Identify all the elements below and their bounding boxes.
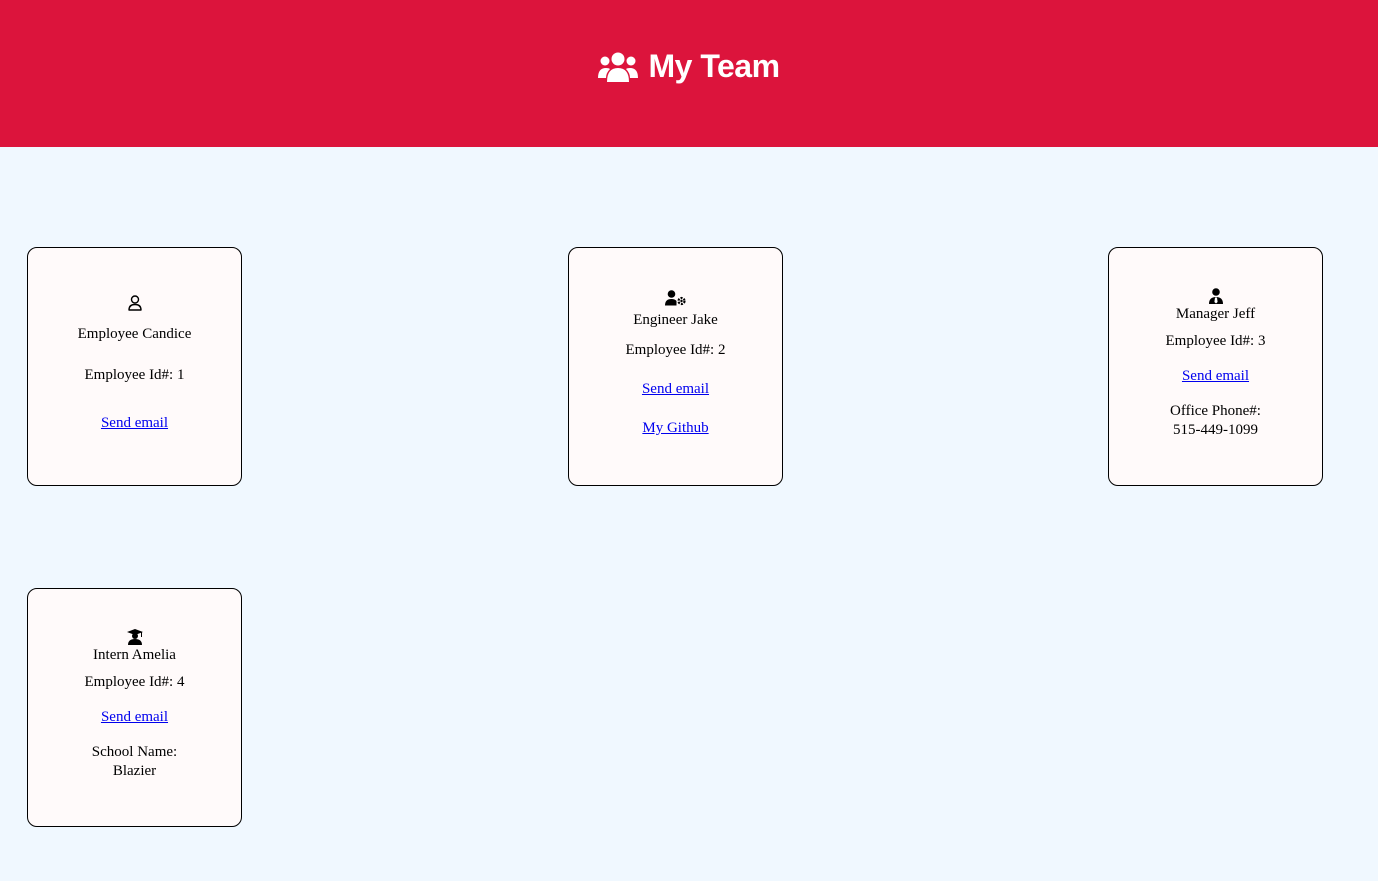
user-icon bbox=[28, 295, 241, 311]
engineer-card: Engineer Jake Employee Id#: 2 Send email… bbox=[568, 247, 783, 486]
card-name: Manager Jeff bbox=[1175, 306, 1256, 322]
user-tie-icon bbox=[1109, 288, 1322, 304]
card-employee-id: Employee Id#: 4 bbox=[84, 674, 185, 690]
school-name-label: School Name: bbox=[91, 744, 178, 760]
user-graduate-icon bbox=[28, 629, 241, 645]
send-email-link[interactable]: Send email bbox=[101, 415, 168, 431]
card-name: Intern Amelia bbox=[93, 647, 176, 663]
card-employee-id: Employee Id#: 3 bbox=[1165, 333, 1266, 349]
github-link[interactable]: My Github bbox=[642, 420, 708, 436]
card-name: Engineer Jake bbox=[633, 312, 718, 328]
send-email-link[interactable]: Send email bbox=[1182, 368, 1249, 384]
page-header: My Team bbox=[0, 0, 1378, 147]
header-title-text: My Team bbox=[648, 48, 780, 84]
office-phone-label: Office Phone#: bbox=[1170, 403, 1261, 419]
users-icon bbox=[598, 51, 639, 83]
card-employee-id: Employee Id#: 1 bbox=[84, 367, 185, 383]
school-name-value: Blazier bbox=[112, 763, 157, 779]
user-gear-icon bbox=[569, 290, 782, 306]
office-phone-value: 515-449-1099 bbox=[1173, 422, 1258, 438]
intern-card: Intern Amelia Employee Id#: 4 Send email… bbox=[27, 588, 242, 827]
card-name: Employee Candice bbox=[77, 326, 192, 342]
send-email-link[interactable]: Send email bbox=[101, 709, 168, 725]
send-email-link[interactable]: Send email bbox=[642, 381, 709, 397]
employee-card: Employee Candice Employee Id#: 1 Send em… bbox=[27, 247, 242, 486]
card-employee-id: Employee Id#: 2 bbox=[625, 342, 726, 358]
header-title: My Team bbox=[598, 48, 780, 85]
manager-card: Manager Jeff Employee Id#: 3 Send email … bbox=[1108, 247, 1323, 486]
